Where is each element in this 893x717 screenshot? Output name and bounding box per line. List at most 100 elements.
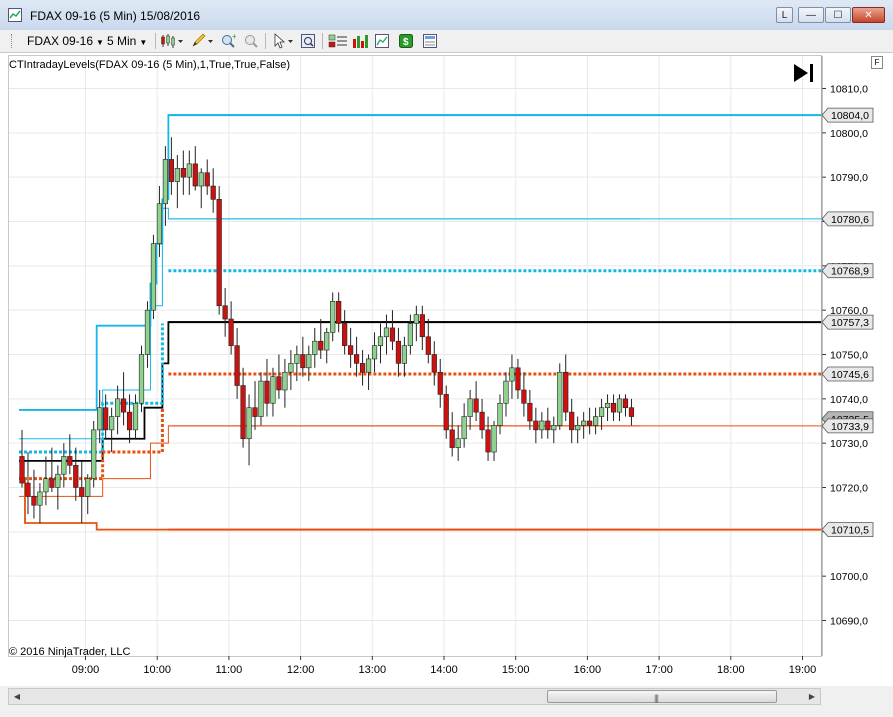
developing-lower-line [19,425,641,497]
scroll-to-end-icon[interactable] [794,64,813,82]
candle [204,159,210,195]
candle [282,358,288,408]
x-tick-label: 09:00 [72,664,100,676]
candle-body [156,203,163,244]
candle-body [192,163,198,187]
candle-body [348,345,354,355]
candle-body [521,389,527,404]
scroll-right-icon[interactable]: ▶ [804,689,820,704]
level-value-label: 10780,6 [821,211,874,227]
candle-body [455,438,461,448]
candle-body [43,478,49,493]
candle-body [150,243,157,311]
candle [377,323,384,364]
candle [389,310,396,351]
candle-body [168,159,174,182]
candle-body [551,425,557,431]
scroll-to-end-arrow [794,64,808,82]
candle-body [91,429,97,479]
candle-body [610,402,617,413]
candle [103,394,109,439]
candle-body [61,456,67,475]
candle-body [587,420,593,426]
candle-body [353,354,360,364]
candle [461,403,467,448]
status-bar [0,706,893,717]
candle [234,327,240,399]
candle [371,332,378,373]
candle-body [563,371,569,413]
candle [413,305,419,342]
candle [449,412,455,457]
x-tick-label: 10:00 [143,664,171,676]
candle-body [198,172,204,187]
candle-body [55,473,61,488]
candle [443,385,449,439]
scroll-thumb[interactable]: ||| [547,690,777,703]
candle-body [312,340,318,355]
candle-body [210,185,216,200]
x-tick-label: 11:00 [216,664,243,676]
candle-body [419,314,425,338]
candle [294,345,300,382]
candle [533,407,539,444]
candle-body [479,411,485,431]
candle [306,345,312,382]
candle [545,407,551,439]
candle [150,234,157,320]
candle [431,341,437,386]
candle-body [300,354,306,369]
candle-body [324,332,330,351]
price-chart[interactable]: 10690,010700,010710,010720,010730,010740… [0,0,893,688]
candle-body [401,345,408,364]
candle-body [628,407,635,417]
candle-body [25,482,31,497]
candle-body [342,323,348,346]
candle [312,327,318,368]
y-tick-label: 10720,0 [830,483,868,495]
level-label-text: 10780,6 [831,214,869,226]
candle [198,168,204,209]
candle-body [138,354,145,404]
candle-body [425,336,431,355]
candle-body [575,425,581,431]
candle-body [186,163,192,178]
candle [467,389,473,430]
y-tick-label: 10790,0 [830,172,868,184]
indicator-label[interactable]: CTIntradayLevels(FDAX 09-16 (5 Min),1,Tr… [9,59,290,71]
candle-body [503,380,509,404]
copyright-text: © 2016 NinjaTrader, LLC [9,646,131,658]
candle [49,447,55,492]
candle [186,150,192,195]
candle [174,155,180,209]
candle-body [276,376,282,391]
candle [628,398,635,426]
candle [120,372,127,426]
candle-body [473,398,479,413]
candle-body [270,376,276,404]
plot-content [9,56,821,656]
scroll-left-icon[interactable]: ◀ [9,689,25,704]
y-tick-label: 10800,0 [830,128,868,140]
candle [37,483,43,523]
y-tick-label: 10700,0 [830,571,868,583]
candle [455,425,461,461]
level-value-label: 10804,0 [821,107,874,123]
candle-body [79,487,85,497]
candle-body [407,323,413,346]
level-label-text: 10757,3 [831,317,869,329]
candle [115,385,121,435]
candle [598,398,605,430]
candle [276,354,282,399]
candle [581,412,587,439]
candle-body [49,478,55,488]
candle [479,398,485,439]
candle-body [132,402,139,431]
candle [491,421,497,461]
horizontal-scrollbar[interactable]: ◀ ||| ▶ [8,688,821,705]
candle-body [467,398,473,417]
candle-body [413,314,419,324]
x-tick-label: 14:00 [430,664,458,676]
candle-body [557,371,563,426]
candle-body [491,425,497,453]
